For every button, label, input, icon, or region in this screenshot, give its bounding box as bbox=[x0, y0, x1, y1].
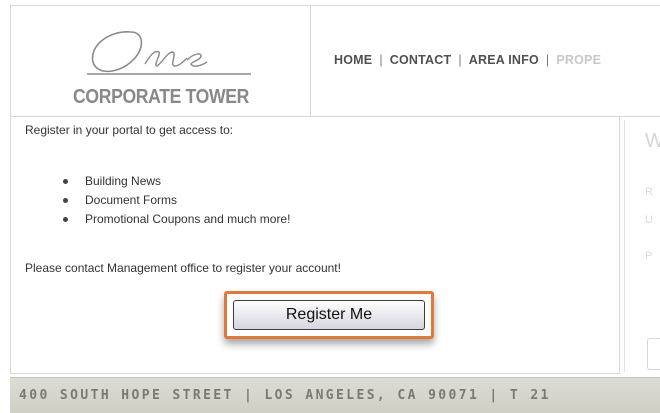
nav-home[interactable]: HOME bbox=[334, 53, 372, 67]
intro-text: Register in your portal to get access to… bbox=[25, 123, 234, 137]
nav-properties-truncated[interactable]: PROPE bbox=[556, 53, 601, 67]
contact-note: Please contact Management office to regi… bbox=[25, 261, 341, 275]
site-footer: 400 SOUTH HOPE STREET | LOS ANGELES, CA … bbox=[10, 377, 660, 413]
registration-panel: Register in your portal to get access to… bbox=[10, 117, 620, 374]
login-row-label: R bbox=[645, 186, 653, 198]
register-me-button[interactable]: Register Me bbox=[233, 300, 425, 330]
register-button-highlight: Register Me bbox=[224, 291, 434, 339]
list-item: Document Forms bbox=[61, 191, 290, 210]
list-item: Building News bbox=[61, 172, 290, 191]
login-row-label: U bbox=[645, 214, 653, 226]
benefits-list: Building News Document Forms Promotional… bbox=[61, 172, 290, 229]
logo-subtitle: CORPORATE TOWER bbox=[73, 86, 249, 108]
nav-separator: | bbox=[458, 53, 462, 67]
nav-separator: | bbox=[379, 53, 383, 67]
nav-area-info[interactable]: AREA INFO bbox=[469, 53, 539, 67]
nav-separator: | bbox=[545, 53, 550, 67]
login-heading-fragment: W bbox=[645, 130, 660, 152]
list-item: Promotional Coupons and much more! bbox=[61, 210, 290, 229]
footer-address: 400 SOUTH HOPE STREET | LOS ANGELES, CA … bbox=[19, 388, 551, 403]
login-button-partial[interactable] bbox=[647, 338, 660, 370]
one-script-logo-icon bbox=[87, 31, 251, 75]
main-navigation: HOME | CONTACT | AREA INFO | PROPE bbox=[334, 53, 601, 67]
nav-contact[interactable]: CONTACT bbox=[390, 53, 452, 67]
login-panel-partial: W R U P bbox=[624, 120, 660, 372]
site-header: CORPORATE TOWER HOME | CONTACT | AREA INFO | P… bbox=[10, 5, 660, 117]
site-logo[interactable]: CORPORATE TOWER bbox=[11, 6, 311, 116]
login-row-label: P bbox=[645, 250, 653, 262]
